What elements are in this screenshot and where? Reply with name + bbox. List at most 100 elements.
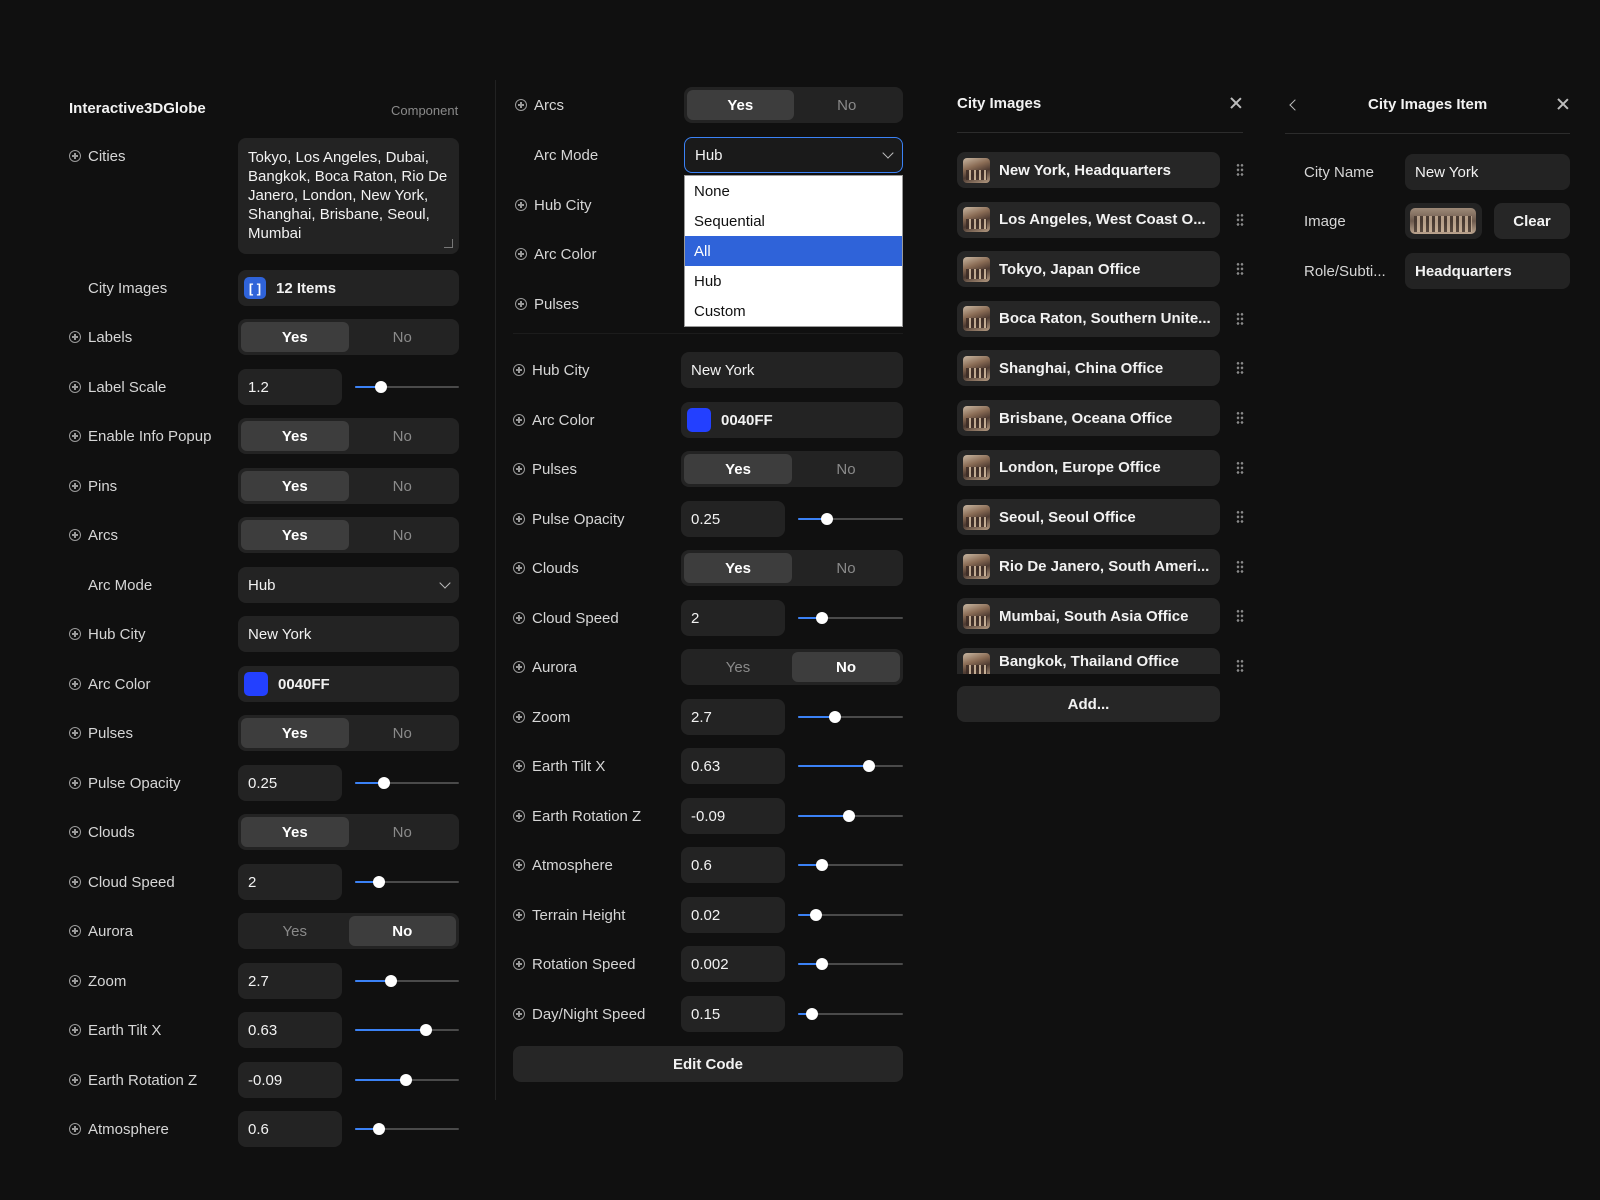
plus-circle-icon[interactable] (513, 760, 525, 772)
clouds-no-2[interactable]: No (792, 553, 900, 583)
plus-circle-icon[interactable] (69, 727, 81, 739)
list-item[interactable]: Mumbai, South Asia Office (957, 598, 1220, 635)
slider-thumb[interactable] (378, 777, 391, 789)
close-icon[interactable] (1229, 96, 1243, 110)
earth-tilt-slider-2[interactable] (798, 748, 903, 784)
color-swatch[interactable] (244, 672, 268, 696)
plus-circle-icon[interactable] (513, 414, 525, 426)
rotation-speed-input[interactable]: 0.002 (681, 946, 785, 982)
clouds-yes-2[interactable]: Yes (684, 553, 792, 583)
cities-textarea[interactable]: Tokyo, Los Angeles, Dubai, Bangkok, Boca… (238, 138, 459, 254)
plus-circle-icon[interactable] (69, 777, 81, 789)
arcs-toggle-2[interactable]: Yes No (684, 87, 903, 123)
plus-circle-icon[interactable] (513, 463, 525, 475)
earth-rotation-input[interactable]: -0.09 (238, 1062, 342, 1098)
pulse-opacity-slider[interactable] (355, 765, 459, 801)
aurora-toggle[interactable]: Yes No (238, 913, 459, 949)
aurora-toggle-2[interactable]: Yes No (681, 649, 903, 685)
zoom-input[interactable]: 2.7 (238, 963, 342, 999)
arcs-toggle[interactable]: Yes No (238, 517, 459, 553)
day-night-slider[interactable] (798, 996, 903, 1032)
plus-circle-icon[interactable] (513, 909, 525, 921)
hub-city-input-2[interactable]: New York (681, 352, 903, 388)
list-item[interactable]: New York, Headquarters (957, 152, 1220, 188)
drag-handle-icon[interactable] (1236, 311, 1244, 326)
dropdown-option-sequential[interactable]: Sequential (685, 206, 902, 236)
drag-handle-icon[interactable] (1236, 212, 1244, 227)
earth-tilt-slider[interactable] (355, 1012, 459, 1048)
dropdown-option-none[interactable]: None (685, 176, 902, 206)
image-thumbnail[interactable] (1410, 208, 1476, 234)
info-popup-toggle[interactable]: Yes No (238, 418, 459, 454)
list-item[interactable]: Los Angeles, West Coast O... (957, 201, 1220, 238)
clouds-yes[interactable]: Yes (241, 817, 349, 847)
plus-circle-icon[interactable] (513, 612, 525, 624)
labels-yes[interactable]: Yes (241, 322, 349, 352)
arc-color-field-2[interactable]: 0040FF (681, 402, 903, 438)
dropdown-option-hub[interactable]: Hub (685, 266, 902, 296)
plus-circle-icon[interactable] (515, 199, 527, 211)
cloud-speed-input-2[interactable]: 2 (681, 600, 785, 636)
plus-circle-icon[interactable] (69, 876, 81, 888)
list-item[interactable]: Seoul, Seoul Office (957, 499, 1220, 536)
drag-handle-icon[interactable] (1236, 559, 1244, 574)
list-item[interactable]: Bangkok, Thailand Office (957, 648, 1220, 674)
label-scale-slider[interactable] (355, 369, 459, 405)
aurora-no-2[interactable]: No (792, 652, 900, 682)
plus-circle-icon[interactable] (515, 248, 527, 260)
zoom-slider[interactable] (355, 963, 459, 999)
clouds-no[interactable]: No (349, 817, 457, 847)
drag-handle-icon[interactable] (1236, 411, 1244, 425)
info-popup-yes[interactable]: Yes (241, 421, 349, 451)
labels-no[interactable]: No (349, 322, 457, 352)
add-item-button[interactable]: Add... (957, 686, 1220, 722)
zoom-input-2[interactable]: 2.7 (681, 699, 785, 735)
slider-thumb[interactable] (821, 513, 834, 525)
plus-circle-icon[interactable] (69, 480, 81, 492)
slider-thumb[interactable] (863, 760, 876, 772)
plus-circle-icon[interactable] (513, 513, 525, 525)
plus-circle-icon[interactable] (513, 958, 525, 970)
earth-tilt-input[interactable]: 0.63 (238, 1012, 342, 1048)
pulses-yes-2[interactable]: Yes (684, 454, 792, 484)
arcs-no[interactable]: No (349, 520, 457, 550)
plus-circle-icon[interactable] (69, 430, 81, 442)
list-item[interactable]: Boca Raton, Southern Unite... (957, 300, 1220, 337)
plus-circle-icon[interactable] (515, 99, 527, 111)
slider-thumb[interactable] (843, 810, 856, 822)
drag-handle-icon[interactable] (1236, 262, 1244, 277)
drag-handle-icon[interactable] (1236, 163, 1244, 177)
list-item[interactable]: Shanghai, China Office (957, 350, 1220, 387)
label-scale-input[interactable]: 1.2 (238, 369, 342, 405)
plus-circle-icon[interactable] (69, 150, 81, 162)
atmosphere-slider[interactable] (355, 1111, 459, 1147)
plus-circle-icon[interactable] (69, 925, 81, 937)
arc-mode-dropdown[interactable]: None Sequential All Hub Custom (684, 175, 903, 327)
list-item[interactable]: Tokyo, Japan Office (957, 251, 1220, 288)
plus-circle-icon[interactable] (69, 975, 81, 987)
arcs-yes[interactable]: Yes (241, 520, 349, 550)
slider-thumb[interactable] (399, 1074, 412, 1086)
pulses-toggle[interactable]: Yes No (238, 715, 459, 751)
plus-circle-icon[interactable] (69, 826, 81, 838)
terrain-height-input[interactable]: 0.02 (681, 897, 785, 933)
plus-circle-icon[interactable] (69, 678, 81, 690)
plus-circle-icon[interactable] (69, 331, 81, 343)
labels-toggle[interactable]: Yes No (238, 319, 459, 355)
plus-circle-icon[interactable] (515, 298, 527, 310)
hub-city-input[interactable]: New York (238, 616, 459, 652)
edit-code-button[interactable]: Edit Code (513, 1046, 903, 1082)
pulses-no[interactable]: No (349, 718, 457, 748)
drag-handle-icon[interactable] (1236, 659, 1244, 673)
earth-rotation-input-2[interactable]: -0.09 (681, 798, 785, 834)
plus-circle-icon[interactable] (513, 364, 525, 376)
pulse-opacity-input-2[interactable]: 0.25 (681, 501, 785, 537)
slider-thumb[interactable] (809, 909, 822, 921)
rotation-speed-slider[interactable] (798, 946, 903, 982)
pulse-opacity-input[interactable]: 0.25 (238, 765, 342, 801)
cloud-speed-input[interactable]: 2 (238, 864, 342, 900)
cloud-speed-slider[interactable] (355, 864, 459, 900)
dropdown-option-all[interactable]: All (685, 236, 902, 266)
clouds-toggle[interactable]: Yes No (238, 814, 459, 850)
earth-tilt-input-2[interactable]: 0.63 (681, 748, 785, 784)
